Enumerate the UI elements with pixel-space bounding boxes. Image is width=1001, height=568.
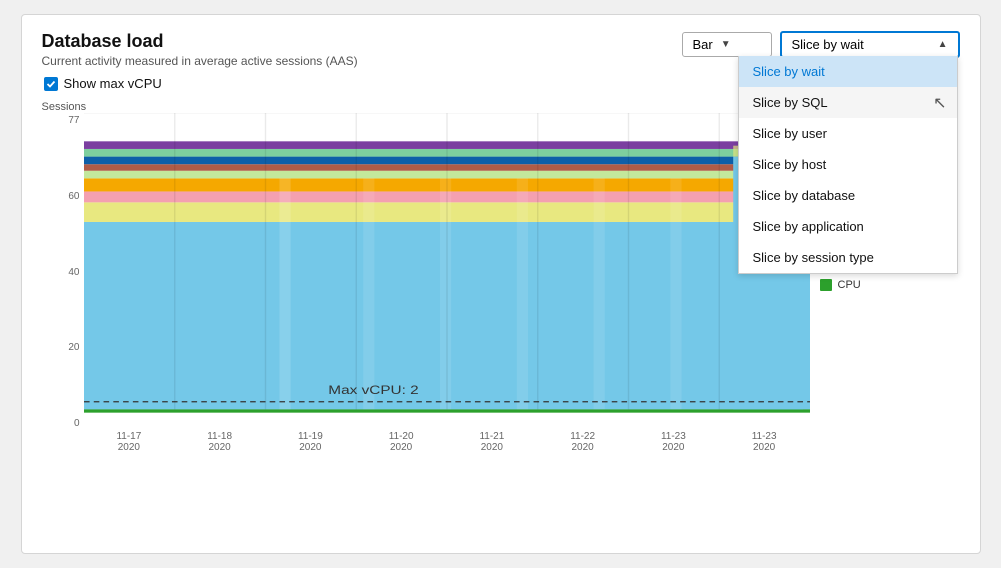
card-title: Database load (42, 31, 358, 52)
x-tick-1123a: 11-232020 (628, 431, 719, 453)
legend-item-cpu: CPU (820, 279, 960, 291)
chart-inner: Max vCPU: 2 (84, 113, 810, 429)
database-load-card: Database load Current activity measured … (21, 14, 981, 554)
header-row: Database load Current activity measured … (42, 31, 960, 68)
x-tick-1118: 11-182020 (174, 431, 265, 453)
x-tick-1123b: 11-232020 (719, 431, 810, 453)
chart-type-label: Bar (693, 37, 713, 52)
y-tick-40: 40 (68, 267, 79, 278)
y-tick-77: 77 (68, 115, 79, 126)
card-subtitle: Current activity measured in average act… (42, 54, 358, 68)
dropdown-item-database[interactable]: Slice by database (739, 180, 957, 211)
x-tick-1122: 11-222020 (537, 431, 628, 453)
y-tick-0: 0 (74, 418, 80, 429)
y-axis: Sessions 77 60 40 20 0 (42, 99, 84, 459)
svg-text:Max vCPU: 2: Max vCPU: 2 (328, 384, 418, 397)
dropdown-item-user[interactable]: Slice by user (739, 118, 957, 149)
chart-svg: Max vCPU: 2 (84, 113, 810, 429)
x-tick-1120: 11-202020 (356, 431, 447, 453)
sessions-label: Sessions (42, 101, 84, 113)
legend-label-cpu: CPU (838, 279, 861, 291)
y-tick-60: 60 (68, 191, 79, 202)
dropdown-item-session-type[interactable]: Slice by session type (739, 242, 957, 273)
slice-select[interactable]: Slice by wait ▲ Slice by wait Slice by S… (780, 31, 960, 58)
dropdown-item-host[interactable]: Slice by host (739, 149, 957, 180)
y-tick-20: 20 (68, 342, 79, 353)
x-tick-1117: 11-172020 (84, 431, 175, 453)
show-max-vcpu-checkbox[interactable] (44, 77, 58, 91)
dropdown-item-wait[interactable]: Slice by wait (739, 56, 957, 87)
title-block: Database load Current activity measured … (42, 31, 358, 68)
checkmark-icon (46, 79, 56, 89)
controls-row: Bar ▼ Slice by wait ▲ Slice by wait Slic… (682, 31, 960, 58)
x-axis: 11-172020 11-182020 11-192020 11-202020 … (84, 429, 810, 459)
dropdown-item-sql[interactable]: Slice by SQL ↖ (739, 87, 957, 118)
x-tick-1119: 11-192020 (265, 431, 356, 453)
dropdown-menu: Slice by wait Slice by SQL ↖ Slice by us… (738, 56, 958, 274)
chart-type-select[interactable]: Bar ▼ (682, 32, 772, 57)
slice-select-arrow: ▲ (938, 39, 948, 50)
slice-select-label: Slice by wait (792, 37, 864, 52)
show-max-vcpu-label: Show max vCPU (64, 76, 162, 91)
chart-type-arrow: ▼ (721, 39, 731, 50)
dropdown-item-application[interactable]: Slice by application (739, 211, 957, 242)
x-tick-1121: 11-212020 (447, 431, 538, 453)
legend-swatch-cpu (820, 279, 832, 291)
